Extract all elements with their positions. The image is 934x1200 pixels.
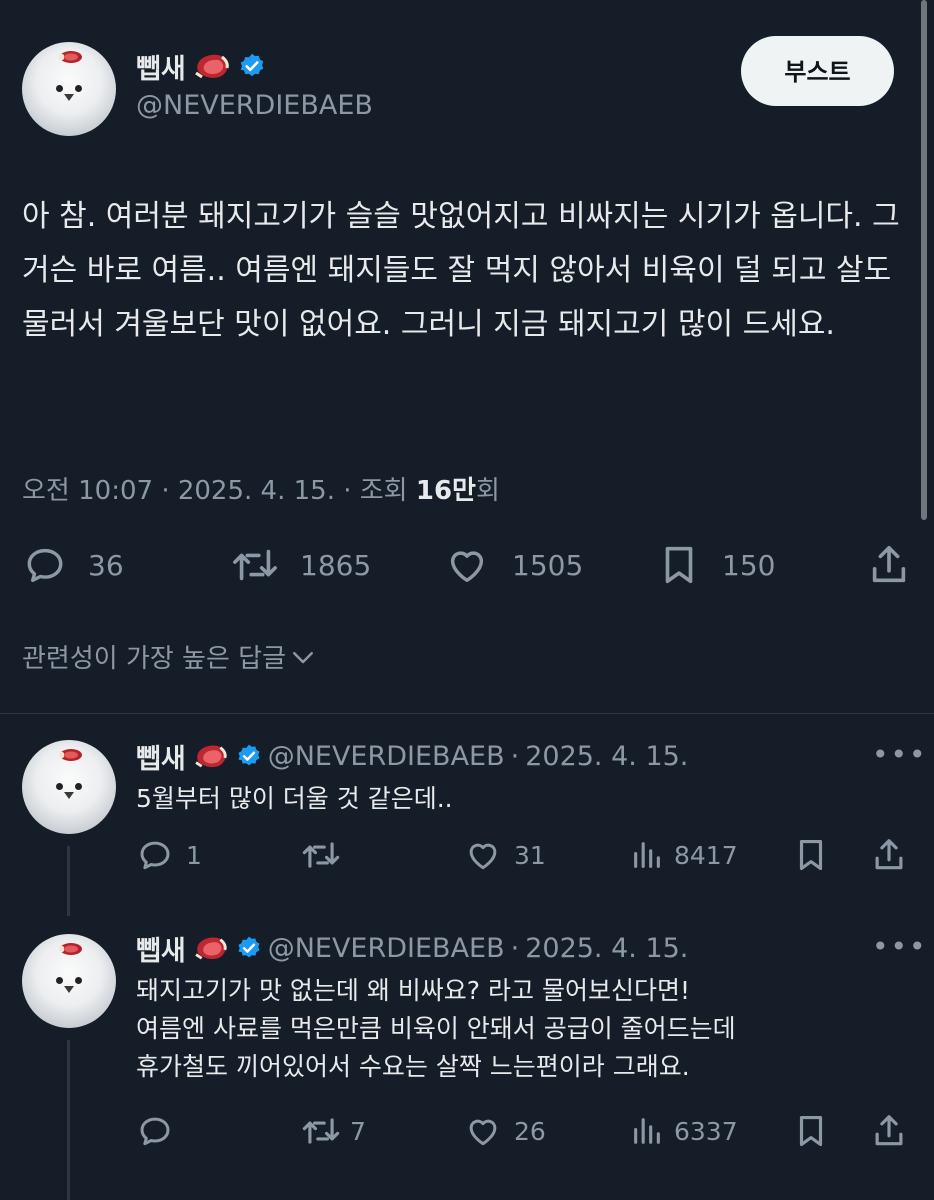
bookmark-button[interactable]: 150 [656,542,775,588]
reply-date[interactable]: 2025. 4. 15. [525,933,688,964]
bookmark-count: 150 [722,548,776,582]
bookmark-button[interactable] [792,1112,830,1150]
views-count: 8417 [674,840,738,870]
reply-count: 36 [88,548,124,582]
verified-badge-icon [238,936,260,958]
share-icon [875,839,903,870]
views-suffix: 회 [475,476,500,506]
reply-sort-dropdown[interactable]: 관련성이 가장 높은 답글 [22,638,318,675]
thread-connector [67,1040,70,1200]
reply-author-name[interactable]: 뺍새 [136,737,186,776]
bookmark-icon [799,1115,823,1147]
reply-date[interactable]: 2025. 4. 15. [525,741,688,772]
scrollbar[interactable] [921,0,927,520]
bookmark-icon [665,546,693,584]
tweet-time[interactable]: 오전 10:07 [22,476,153,506]
like-icon [450,551,484,583]
share-button[interactable] [870,1112,908,1150]
tweet-date[interactable]: 2025. 4. 15. [178,476,335,506]
reply-sort-label: 관련성이 가장 높은 답글 [22,644,286,674]
bookmark-button[interactable] [792,836,830,874]
repost-icon [302,1118,340,1144]
views-button[interactable]: 8417 [630,836,738,874]
reply-avatar[interactable] [22,934,116,1028]
reply-author-name[interactable]: 뺍새 [136,929,186,968]
share-icon [875,1115,903,1146]
reply-button[interactable] [136,1112,186,1150]
more-icon[interactable]: ••• [872,738,928,771]
reply-header: 뺍새 @NEVERDIEBAEB · 2025. 4. 15. [136,928,688,968]
repost-icon [233,549,277,581]
reply-count: 1 [186,840,202,870]
repost-count: 1865 [300,548,372,582]
views-label: 조회 [359,476,408,506]
meat-emoji-icon [59,749,82,761]
boost-button[interactable]: 부스트 [741,36,894,106]
reply-handle[interactable]: @NEVERDIEBAEB [268,741,505,772]
repost-count: 7 [350,1116,366,1146]
avatar[interactable] [22,42,116,136]
views-button[interactable]: 6337 [630,1112,738,1150]
reply-text-line: 돼지고기가 맛 없는데 왜 비싸요? 라고 물어보신다면! [136,976,690,1005]
author-name[interactable]: 뺍새 [136,47,186,86]
tweet-text: 아 참. 여러분 돼지고기가 슬슬 맛없어지고 비싸지는 시기가 옵니다. 그거… [22,199,900,342]
reply-avatar[interactable] [22,740,116,834]
meat-emoji-icon [59,943,82,955]
thread-connector [67,846,70,916]
share-button[interactable] [866,542,912,588]
like-button[interactable]: 26 [464,1112,546,1150]
meat-emoji-icon [59,51,82,63]
reply-icon [140,1117,170,1146]
chevron-down-icon [293,651,313,663]
repost-button[interactable]: 7 [300,1112,366,1150]
author-line: 뺍새 [136,46,266,86]
repost-button[interactable] [300,836,354,874]
like-icon [469,1119,497,1146]
tweet-meta: 오전 10:07 · 2025. 4. 15. · 조회 16만회 [22,476,500,506]
verified-badge-icon [238,744,260,766]
share-icon [872,545,906,583]
share-button[interactable] [870,836,908,874]
like-count: 26 [514,1116,546,1146]
repost-icon [302,842,340,868]
more-icon[interactable]: ••• [872,930,928,963]
repost-button[interactable]: 1865 [230,542,371,588]
reply-text-line: 휴가철도 끼어있어서 수요는 살짝 느는편이라 그래요. [136,1052,690,1081]
reply-text-line: 여름엔 사료를 먹은만큼 비육이 안돼서 공급이 줄어드는데 [136,1014,736,1043]
reply-icon [27,548,63,583]
author-handle[interactable]: @NEVERDIEBAEB [136,90,373,121]
reply-text: 돼지고기가 맛 없는데 왜 비싸요? 라고 물어보신다면! 여름엔 사료를 먹은… [136,972,916,1086]
meat-emoji-icon [194,54,229,79]
like-count: 31 [514,840,546,870]
views-count: 16만 [415,476,476,506]
bookmark-icon [799,839,823,871]
like-button[interactable]: 31 [464,836,546,874]
meat-emoji-icon [194,745,227,768]
reply-handle[interactable]: @NEVERDIEBAEB [268,933,505,964]
reply-button[interactable]: 1 [136,836,202,874]
views-icon [634,1118,660,1144]
reply-button[interactable]: 36 [22,542,124,588]
verified-badge-icon [240,53,264,77]
views-count: 6337 [674,1116,738,1146]
meat-emoji-icon [194,937,227,960]
reply-icon [140,841,170,870]
reply-text: 5월부터 많이 더울 것 같은데.. [136,784,453,813]
section-divider [0,713,934,714]
reply-header: 뺍새 @NEVERDIEBAEB · 2025. 4. 15. [136,736,688,776]
views-icon [634,842,660,868]
like-icon [469,843,497,870]
like-count: 1505 [512,548,584,582]
like-button[interactable]: 1505 [444,542,583,588]
